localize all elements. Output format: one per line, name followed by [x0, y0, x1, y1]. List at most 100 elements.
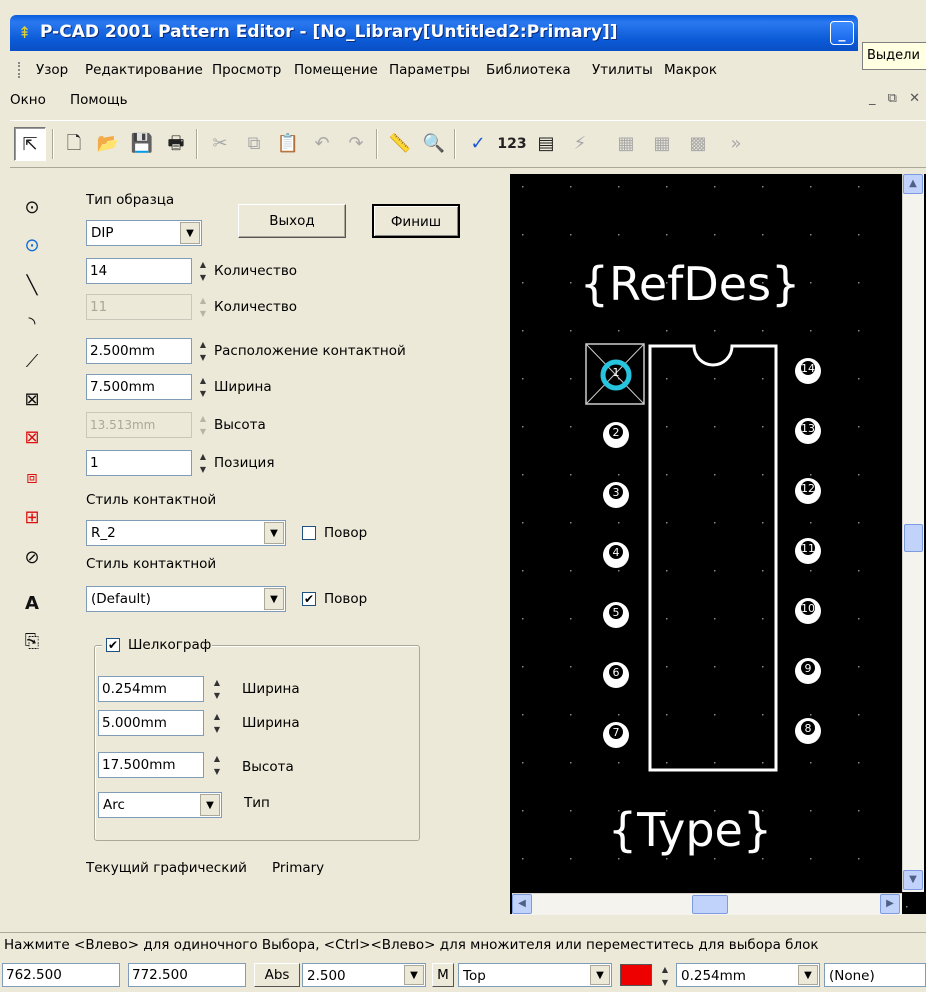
- silkscreen-checkbox[interactable]: ✔: [106, 638, 120, 652]
- spin-down-icon[interactable]: ▼: [208, 689, 226, 702]
- zoom-icon[interactable]: 🔍: [418, 127, 450, 161]
- scroll-up-icon[interactable]: ▲: [903, 174, 923, 194]
- place-copper-pour-icon[interactable]: ⊠: [18, 424, 46, 452]
- menu-edit[interactable]: Редактирование: [85, 62, 203, 78]
- horizontal-scrollbar[interactable]: ◀ ▶: [512, 893, 902, 915]
- position-spinner[interactable]: ▲ ▼: [194, 450, 212, 476]
- select-arrow-icon[interactable]: ⇱: [14, 127, 46, 161]
- cut-icon[interactable]: ✂: [204, 127, 236, 161]
- layer-select[interactable]: Top ▼: [458, 963, 612, 987]
- height-spinner[interactable]: ▲ ▼: [194, 412, 212, 438]
- open-folder-icon[interactable]: 📂: [92, 127, 124, 161]
- place-cutout-icon[interactable]: ⧈: [18, 464, 46, 492]
- silk-type-select[interactable]: Arc ▼: [98, 792, 222, 818]
- menu-help[interactable]: Помощь: [70, 92, 128, 108]
- mdi-window-controls[interactable]: _ ⧉ ✕: [869, 91, 924, 106]
- chevron-down-icon[interactable]: ▼: [264, 522, 284, 544]
- chevron-down-icon[interactable]: ▼: [590, 965, 610, 985]
- pin-count-spinner[interactable]: ▲ ▼: [194, 258, 212, 284]
- check-icon[interactable]: ✓: [462, 127, 494, 161]
- grid-select[interactable]: 2.500 ▼: [302, 963, 426, 987]
- redo-icon[interactable]: ↷: [340, 127, 372, 161]
- spin-up-icon[interactable]: ▲: [194, 258, 212, 271]
- spin-up-icon[interactable]: ▲: [194, 374, 212, 387]
- minimize-button[interactable]: _: [830, 21, 854, 45]
- pin-count-input[interactable]: 14: [86, 258, 192, 284]
- silk-line-width-spinner[interactable]: ▲ ▼: [208, 676, 226, 702]
- rotate-2-checkbox[interactable]: ✔: [302, 592, 316, 606]
- menu-macro[interactable]: Макрок: [664, 62, 717, 78]
- chevron-down-icon[interactable]: ▼: [200, 794, 220, 816]
- scroll-down-icon[interactable]: ▼: [903, 870, 923, 890]
- silk-height-spinner[interactable]: ▲ ▼: [208, 752, 226, 778]
- pin-count-2-spinner[interactable]: ▲ ▼: [194, 294, 212, 320]
- spin-up-icon[interactable]: ▲: [208, 676, 226, 689]
- new-file-icon[interactable]: 🗋: [58, 127, 90, 161]
- pin-count-2-input[interactable]: 11: [86, 294, 192, 320]
- line-width-select[interactable]: 0.254mm ▼: [676, 963, 820, 987]
- scroll-left-icon[interactable]: ◀: [512, 894, 532, 914]
- pattern-icon[interactable]: ▩: [682, 127, 714, 161]
- pad-spacing-input[interactable]: 2.500mm: [86, 338, 192, 364]
- component-wizard-icon[interactable]: ▦: [646, 127, 678, 161]
- exit-button[interactable]: Выход: [238, 204, 346, 238]
- place-text-icon[interactable]: A: [18, 590, 46, 618]
- spin-down-icon[interactable]: ▼: [194, 271, 212, 284]
- spin-down-icon[interactable]: ▼: [194, 387, 212, 400]
- chevron-down-icon[interactable]: ▼: [180, 222, 200, 244]
- place-arc-icon[interactable]: ◝: [18, 310, 46, 338]
- line-width-spinner[interactable]: ▲ ▼: [656, 963, 674, 987]
- width-input[interactable]: 7.500mm: [86, 374, 192, 400]
- save-icon[interactable]: 💾: [126, 127, 158, 161]
- refdes-text[interactable]: {RefDes}: [580, 257, 801, 311]
- scroll-right-icon[interactable]: ▶: [880, 894, 900, 914]
- ruler-icon[interactable]: 📏: [384, 127, 416, 161]
- place-pad-icon[interactable]: ⊙: [18, 194, 46, 222]
- chip-outline[interactable]: [648, 344, 778, 772]
- menu-pattern[interactable]: Узор: [36, 62, 68, 78]
- component-icon[interactable]: ▦: [610, 127, 642, 161]
- place-plane-icon[interactable]: ⊞: [18, 504, 46, 532]
- silk-line-width-input[interactable]: 0.254mm: [98, 676, 204, 702]
- finish-button[interactable]: Финиш: [372, 204, 460, 238]
- silk-height-input[interactable]: 17.500mm: [98, 752, 204, 778]
- type-text[interactable]: {Type}: [608, 803, 772, 857]
- menu-place[interactable]: Помещение: [294, 62, 378, 78]
- spin-up-icon[interactable]: ▲: [194, 294, 212, 307]
- abs-button[interactable]: Abs: [254, 963, 300, 987]
- height-input[interactable]: 13.513mm: [86, 412, 192, 438]
- position-input[interactable]: 1: [86, 450, 192, 476]
- spin-up-icon[interactable]: ▲: [208, 752, 226, 765]
- numbering-123-icon[interactable]: 123: [496, 127, 528, 161]
- place-keepout-icon[interactable]: ⊠: [18, 386, 46, 414]
- place-polygon-icon[interactable]: ⟋: [18, 348, 46, 376]
- spin-up-icon[interactable]: ▲: [656, 963, 674, 976]
- undo-icon[interactable]: ↶: [306, 127, 338, 161]
- place-attribute-icon[interactable]: ⎘: [18, 628, 46, 656]
- layer-color-swatch[interactable]: [620, 964, 652, 986]
- pattern-type-select[interactable]: DIP ▼: [86, 220, 202, 246]
- place-line-icon[interactable]: ╲: [18, 272, 46, 300]
- pad-style-1-select[interactable]: R_2 ▼: [86, 520, 286, 546]
- none-select[interactable]: (None): [824, 963, 926, 987]
- spin-down-icon[interactable]: ▼: [194, 425, 212, 438]
- spin-down-icon[interactable]: ▼: [194, 351, 212, 364]
- width-spinner[interactable]: ▲ ▼: [194, 374, 212, 400]
- spin-down-icon[interactable]: ▼: [656, 976, 674, 989]
- vertical-scrollbar[interactable]: ▲ ▼: [902, 174, 924, 892]
- pattern-wizard-icon[interactable]: ▤: [530, 127, 562, 161]
- menu-view[interactable]: Просмотр: [212, 62, 281, 78]
- spin-up-icon[interactable]: ▲: [194, 412, 212, 425]
- more-tools-icon[interactable]: »: [720, 127, 752, 161]
- m-button[interactable]: M: [432, 963, 454, 987]
- spin-up-icon[interactable]: ▲: [194, 450, 212, 463]
- menu-utils[interactable]: Утилиты: [592, 62, 653, 78]
- lightning-icon[interactable]: ⚡: [564, 127, 596, 161]
- silk-width-input[interactable]: 5.000mm: [98, 710, 204, 736]
- chevron-down-icon[interactable]: ▼: [798, 965, 818, 985]
- spin-down-icon[interactable]: ▼: [194, 463, 212, 476]
- spin-up-icon[interactable]: ▲: [208, 710, 226, 723]
- rotate-1-checkbox[interactable]: [302, 526, 316, 540]
- spin-down-icon[interactable]: ▼: [194, 307, 212, 320]
- place-via-icon[interactable]: ⊙: [18, 232, 46, 260]
